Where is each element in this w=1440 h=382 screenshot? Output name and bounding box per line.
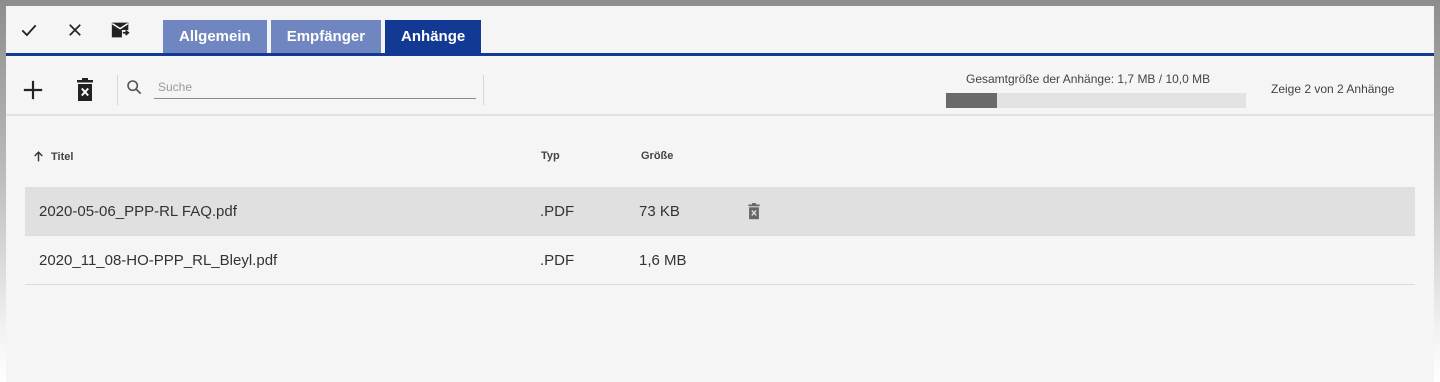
progress-fill — [946, 93, 997, 108]
attachments-dialog: Allgemein Empfänger Anhänge Gesamtgröße … — [6, 6, 1434, 382]
row-title: 2020-05-06_PPP-RL FAQ.pdf — [39, 202, 237, 220]
attachment-count-label: Zeige 2 von 2 Anhänge — [1271, 82, 1395, 96]
column-header-title[interactable]: Titel — [32, 150, 73, 163]
check-icon[interactable] — [17, 18, 41, 42]
row-title: 2020_11_08-HO-PPP_RL_Bleyl.pdf — [39, 251, 278, 269]
action-bar: Gesamtgröße der Anhänge: 1,7 MB / 10,0 M… — [6, 56, 1434, 114]
tab-empfaenger[interactable]: Empfänger — [270, 20, 382, 53]
row-size: 1,6 MB — [639, 251, 687, 269]
send-mail-icon[interactable] — [109, 18, 133, 42]
row-size: 73 KB — [639, 202, 680, 220]
column-header-title-label: Titel — [51, 150, 74, 163]
column-header-size-label: Größe — [641, 150, 674, 162]
tab-anhaenge[interactable]: Anhänge — [385, 20, 482, 53]
table-row[interactable]: 2020_11_08-HO-PPP_RL_Bleyl.pdf .PDF 1,6 … — [25, 236, 1415, 285]
toolbar-separator — [483, 75, 484, 105]
search-icon — [124, 77, 144, 97]
attachments-size-progress — [946, 93, 1246, 108]
attachments-table: Titel Typ Größe 2020-05-06_PPP-RL FAQ.pd… — [6, 116, 1434, 382]
row-type: .PDF — [540, 251, 575, 269]
close-icon[interactable] — [63, 18, 87, 42]
add-icon[interactable] — [20, 77, 46, 103]
column-header-type[interactable]: Typ — [541, 150, 560, 162]
attachments-size-label: Gesamtgröße der Anhänge: 1,7 MB / 10,0 M… — [966, 72, 1211, 86]
column-header-type-label: Typ — [541, 150, 560, 162]
table-row[interactable]: 2020-05-06_PPP-RL FAQ.pdf .PDF 73 KB — [25, 187, 1415, 236]
row-type: .PDF — [540, 202, 575, 220]
top-toolbar: Allgemein Empfänger Anhänge — [6, 6, 1434, 54]
sort-ascending-icon — [34, 151, 43, 162]
search-input[interactable] — [154, 76, 476, 99]
delete-icon[interactable] — [72, 77, 98, 103]
tab-bar: Allgemein Empfänger Anhänge — [163, 20, 482, 53]
toolbar-separator — [117, 75, 118, 105]
column-header-size[interactable]: Größe — [641, 150, 673, 162]
row-delete-icon[interactable] — [744, 201, 764, 221]
tab-allgemein[interactable]: Allgemein — [163, 20, 267, 53]
